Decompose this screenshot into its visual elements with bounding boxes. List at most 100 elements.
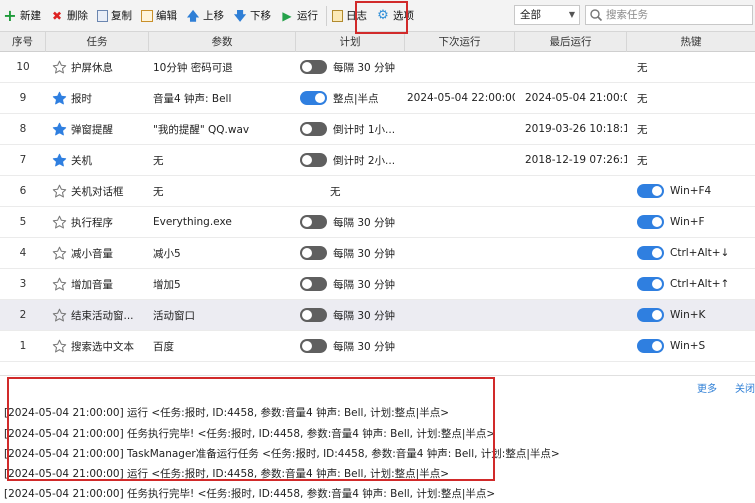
filter-select[interactable]: 全部 ▼ bbox=[514, 5, 580, 25]
star-outline-icon[interactable] bbox=[52, 215, 67, 230]
next-run-cell bbox=[405, 52, 515, 83]
arrow-down-icon: 🡇 bbox=[233, 8, 247, 23]
gear-icon: ⚙ bbox=[377, 7, 389, 23]
header-task[interactable]: 任务 bbox=[46, 32, 149, 52]
next-run-cell bbox=[405, 331, 515, 362]
task-table: 序号 任务 参数 计划 下次运行 最后运行 热键 10 护屏休息 10分钟 密码可退… bbox=[0, 32, 755, 362]
hotkey-text: Ctrl+Alt+↓ bbox=[670, 247, 730, 259]
task-name: 执行程序 bbox=[71, 216, 113, 229]
delete-button[interactable]: ✖ 删除 bbox=[47, 3, 93, 29]
log-button[interactable]: 日志 bbox=[329, 3, 372, 29]
hotkey-cell: Win+K bbox=[627, 300, 755, 331]
star-filled-icon[interactable] bbox=[52, 153, 67, 168]
options-button[interactable]: ⚙ 选项 bbox=[373, 3, 419, 29]
header-next-run[interactable]: 下次运行 bbox=[405, 32, 515, 52]
chevron-down-icon: ▼ bbox=[568, 10, 575, 19]
table-row[interactable]: 4 减小音量 减小5 每隔 30 分钟 Ctrl+Alt+↓ bbox=[0, 238, 755, 269]
last-run-cell: 2019-03-26 10:18:11 bbox=[525, 123, 627, 135]
hotkey-text: Win+S bbox=[670, 340, 706, 352]
star-outline-icon[interactable] bbox=[52, 60, 67, 75]
table-body: 10 护屏休息 10分钟 密码可退 每隔 30 分钟无 9 报时 音量4 钟声: Bell 整… bbox=[0, 52, 755, 362]
plan-toggle[interactable] bbox=[300, 153, 327, 167]
plan-toggle[interactable] bbox=[300, 215, 327, 229]
hotkey-cell: 无 bbox=[627, 83, 755, 114]
row-index: 10 bbox=[16, 61, 30, 73]
star-outline-icon[interactable] bbox=[52, 308, 67, 323]
copy-button[interactable]: 复制 bbox=[94, 3, 137, 29]
row-index: 7 bbox=[19, 154, 27, 166]
header-plan[interactable]: 计划 bbox=[296, 32, 405, 52]
plan-toggle[interactable] bbox=[300, 277, 327, 291]
star-outline-icon[interactable] bbox=[52, 184, 67, 199]
star-outline-icon[interactable] bbox=[52, 339, 67, 354]
table-row[interactable]: 10 护屏休息 10分钟 密码可退 每隔 30 分钟 无 bbox=[0, 52, 755, 83]
last-run-cell bbox=[515, 52, 627, 83]
table-row[interactable]: 8 弹窗提醒 "我的提醒" QQ.wav 倒计时 1小... 2019-03-26 10… bbox=[0, 114, 755, 145]
close-link[interactable]: 关闭 bbox=[735, 384, 755, 395]
hotkey-toggle[interactable] bbox=[637, 184, 664, 198]
header-index[interactable]: 序号 bbox=[0, 32, 46, 52]
move-down-button[interactable]: 🡇 下移 bbox=[230, 3, 276, 29]
more-link[interactable]: 更多 bbox=[697, 384, 717, 395]
last-run-cell: 2024-05-04 21:00:00 bbox=[525, 92, 627, 104]
search-input[interactable] bbox=[606, 7, 750, 23]
task-cell: 结束活动窗... bbox=[46, 300, 149, 331]
header-hotkey[interactable]: 热键 bbox=[627, 32, 755, 52]
plan-text: 每隔 30 分钟 bbox=[333, 309, 396, 322]
plan-text: 倒计时 1小... bbox=[333, 123, 396, 136]
hotkey-toggle[interactable] bbox=[637, 246, 664, 260]
new-button[interactable]: + 新建 bbox=[0, 3, 46, 29]
play-icon: ▶ bbox=[282, 8, 292, 23]
next-run-cell bbox=[405, 238, 515, 269]
params-cell: 减小5 bbox=[153, 247, 181, 260]
hotkey-text: 无 bbox=[637, 92, 648, 105]
log-label: 日志 bbox=[346, 10, 367, 22]
task-name: 结束活动窗... bbox=[71, 309, 134, 322]
star-filled-icon[interactable] bbox=[52, 122, 67, 137]
hotkey-text: 无 bbox=[637, 154, 648, 167]
table-row[interactable]: 2 结束活动窗... 活动窗口 每隔 30 分钟 Win+K bbox=[0, 300, 755, 331]
task-cell: 弹窗提醒 bbox=[46, 114, 149, 145]
run-button[interactable]: ▶ 运行 bbox=[277, 3, 323, 29]
move-up-button[interactable]: 🡅 上移 bbox=[183, 3, 229, 29]
plan-text: 每隔 30 分钟 bbox=[333, 216, 396, 229]
edit-button[interactable]: 编辑 bbox=[138, 3, 182, 29]
hotkey-toggle[interactable] bbox=[637, 339, 664, 353]
table-row[interactable]: 5 执行程序 Everything.exe 每隔 30 分钟 Win+F bbox=[0, 207, 755, 238]
plan-toggle[interactable] bbox=[300, 308, 327, 322]
hotkey-toggle[interactable] bbox=[637, 277, 664, 291]
hotkey-toggle[interactable] bbox=[637, 215, 664, 229]
plan-toggle[interactable] bbox=[300, 339, 327, 353]
new-label: 新建 bbox=[20, 10, 41, 22]
task-name: 增加音量 bbox=[71, 278, 113, 291]
hotkey-text: Ctrl+Alt+↑ bbox=[670, 278, 730, 290]
plan-text: 整点|半点 bbox=[333, 92, 379, 105]
next-run-cell bbox=[405, 145, 515, 176]
header-last-run[interactable]: 最后运行 bbox=[515, 32, 627, 52]
star-filled-icon[interactable] bbox=[52, 91, 67, 106]
table-row[interactable]: 6 关机对话框 无 无 Win+F4 bbox=[0, 176, 755, 207]
table-row[interactable]: 9 报时 音量4 钟声: Bell 整点|半点 2024-05-04 22:00:00 2… bbox=[0, 83, 755, 114]
star-outline-icon[interactable] bbox=[52, 277, 67, 292]
next-run-cell bbox=[405, 207, 515, 238]
row-index: 6 bbox=[19, 185, 27, 197]
header-params[interactable]: 参数 bbox=[149, 32, 296, 52]
hotkey-cell: Win+F4 bbox=[627, 176, 755, 207]
table-row[interactable]: 1 搜索选中文本 百度 每隔 30 分钟 Win+S bbox=[0, 331, 755, 362]
task-cell: 搜索选中文本 bbox=[46, 331, 149, 362]
plan-toggle[interactable] bbox=[300, 91, 327, 105]
plan-toggle[interactable] bbox=[300, 122, 327, 136]
table-row[interactable]: 7 关机 无 倒计时 2小... 2018-12-19 07:26:18 无 bbox=[0, 145, 755, 176]
table-row[interactable]: 3 增加音量 增加5 每隔 30 分钟 Ctrl+Alt+↑ bbox=[0, 269, 755, 300]
hotkey-toggle[interactable] bbox=[637, 308, 664, 322]
search-icon bbox=[590, 9, 603, 22]
plan-cell: 每隔 30 分钟 bbox=[296, 269, 405, 300]
plan-cell: 倒计时 2小... bbox=[296, 145, 405, 176]
plan-toggle[interactable] bbox=[300, 246, 327, 260]
search-box[interactable] bbox=[585, 5, 753, 25]
star-outline-icon[interactable] bbox=[52, 246, 67, 261]
task-cell: 关机对话框 bbox=[46, 176, 149, 207]
plan-toggle[interactable] bbox=[300, 60, 327, 74]
log-links: 更多 关闭 bbox=[679, 380, 755, 395]
arrow-up-icon: 🡅 bbox=[186, 8, 200, 23]
